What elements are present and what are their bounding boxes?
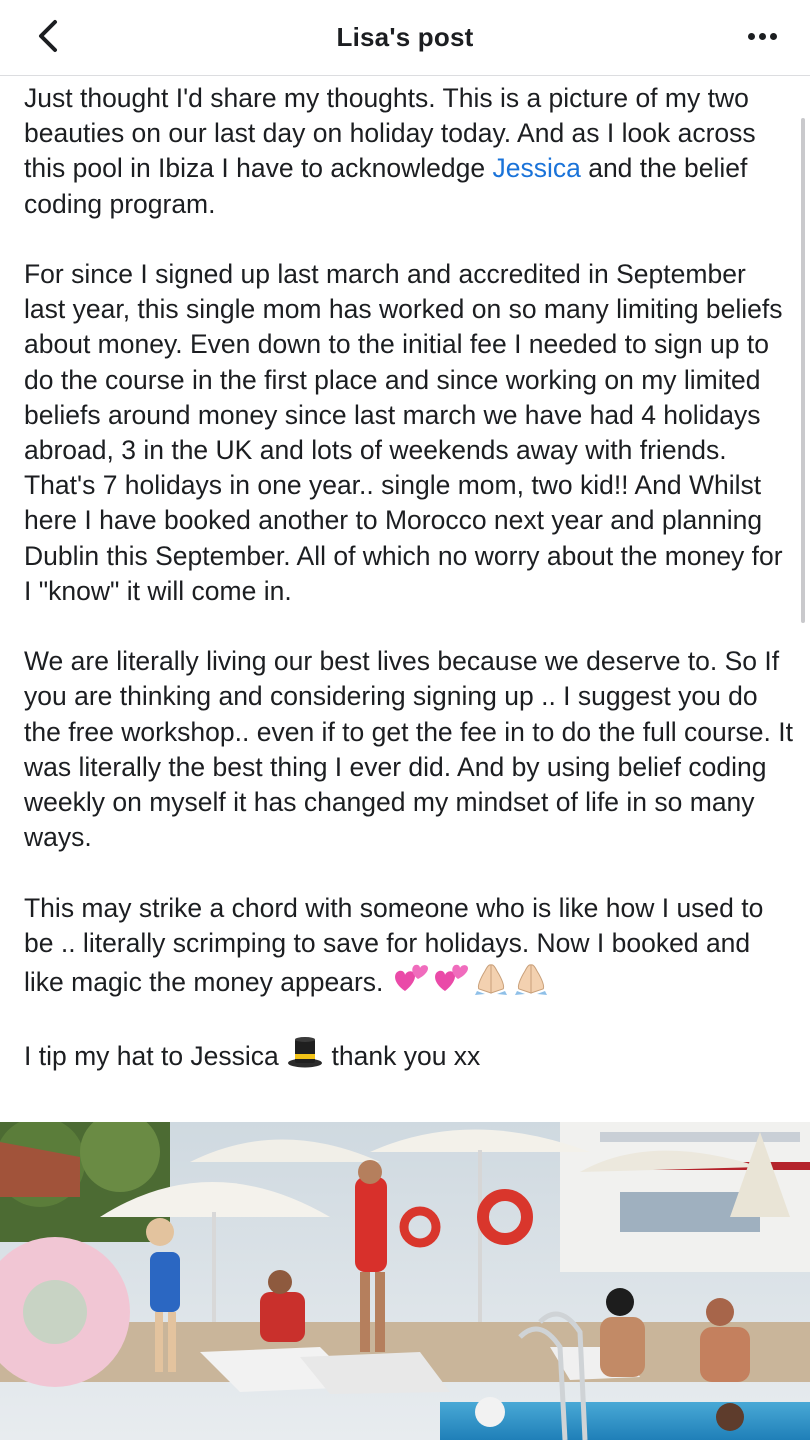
folded-hands-emoji-icon <box>514 964 547 996</box>
post-paragraph-3: We are literally living our best lives b… <box>24 646 793 853</box>
post-paragraph-1: Just thought I'd share my thoughts. This… <box>24 83 756 219</box>
mention-jessica-link[interactable]: Jessica <box>492 153 580 183</box>
post-paragraph-2: For since I signed up last march and acc… <box>24 259 783 606</box>
more-horizontal-icon <box>747 32 777 40</box>
two-hearts-emoji-icon <box>434 964 468 992</box>
post-photo[interactable] <box>0 1122 810 1440</box>
post-text: Just thought I'd share my thoughts. This… <box>24 81 794 1075</box>
poolside-photo-icon <box>0 1122 810 1440</box>
two-hearts-emoji-icon <box>394 964 428 992</box>
post-paragraph-5: I tip my hat to Jessica thank you xx <box>24 1035 794 1074</box>
top-hat-emoji-icon <box>288 1037 323 1068</box>
back-button[interactable] <box>28 14 68 58</box>
more-options-button[interactable] <box>740 18 784 54</box>
post-paragraph-4: This may strike a chord with someone who… <box>24 892 764 998</box>
chevron-left-icon <box>39 20 57 52</box>
folded-hands-emoji-icon <box>474 964 507 996</box>
page-title: Lisa's post <box>336 22 474 52</box>
scrollbar[interactable] <box>801 118 805 623</box>
top-bar: Lisa's post <box>0 0 810 76</box>
